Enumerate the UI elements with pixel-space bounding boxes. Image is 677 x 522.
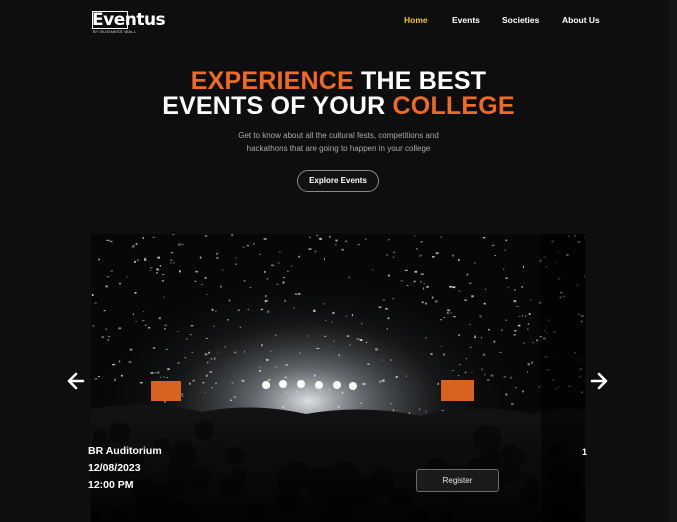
explore-events-button[interactable]: Explore Events	[297, 170, 379, 192]
hero-title-line2: EVENTS OF YOUR COLLEGE	[0, 92, 677, 120]
event-venue: BR Auditorium	[88, 445, 162, 457]
hero-title-rest1: THE BEST	[353, 67, 487, 95]
hero-accent-experience: EXPERIENCE	[190, 67, 354, 95]
screen-right	[441, 380, 474, 401]
hero-accent-college: COLLEGE	[392, 92, 515, 120]
arrow-left-icon[interactable]	[66, 371, 86, 391]
hero-title-line1: EXPERIENCE THE BEST	[0, 67, 677, 95]
hero-title-rest2: EVENTS OF YOUR	[162, 92, 393, 120]
screen-left	[151, 381, 181, 401]
nav-home[interactable]: Home	[404, 14, 428, 26]
event-slide-image	[91, 234, 585, 522]
nav-societies[interactable]: Societies	[502, 14, 539, 26]
nav-events[interactable]: Events	[452, 14, 480, 26]
hero-subtitle-line1: Get to know about all the cultural fests…	[238, 131, 439, 140]
main-nav: Home Events Societies About Us	[0, 14, 677, 26]
logo-tagline: BY BUSINESS WALL	[93, 29, 137, 34]
hero-subtitle-line2: hackathons that are going to happen in y…	[246, 144, 431, 153]
concert-photo	[91, 234, 585, 522]
arrow-right-icon[interactable]	[589, 371, 609, 391]
nav-about-us[interactable]: About Us	[562, 14, 600, 26]
register-button[interactable]: Register	[416, 469, 499, 492]
event-time: 12:00 PM	[88, 479, 134, 491]
event-date: 12/08/2023	[88, 462, 141, 474]
next-slide-peek: 1	[582, 447, 588, 457]
